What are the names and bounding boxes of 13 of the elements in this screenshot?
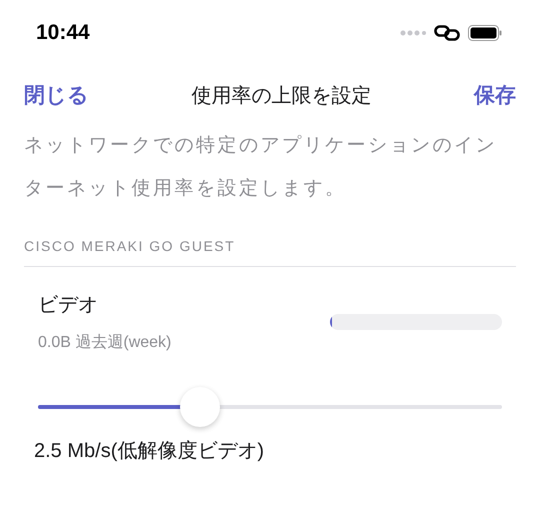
app-name: ビデオ — [38, 291, 99, 318]
save-button[interactable]: 保存 — [474, 81, 516, 109]
screen-title: 使用率の上限を設定 — [192, 82, 372, 108]
link-icon — [434, 25, 460, 41]
slider-thumb[interactable] — [180, 387, 220, 427]
usage-text: 0.0B 過去週(week) — [38, 332, 172, 353]
battery-icon — [468, 25, 502, 41]
status-time: 10:44 — [36, 21, 90, 45]
signal-dots-icon — [400, 30, 426, 36]
description-text: ネットワークでの特定のアプリケーションのインターネット使用率を設定します。 — [24, 133, 498, 201]
close-button[interactable]: 閉じる — [24, 81, 89, 109]
limit-reading: 2.5 Mb/s(低解像度ビデオ) — [34, 439, 266, 464]
section-header: CISCO MERAKI GO GUEST — [24, 238, 516, 267]
